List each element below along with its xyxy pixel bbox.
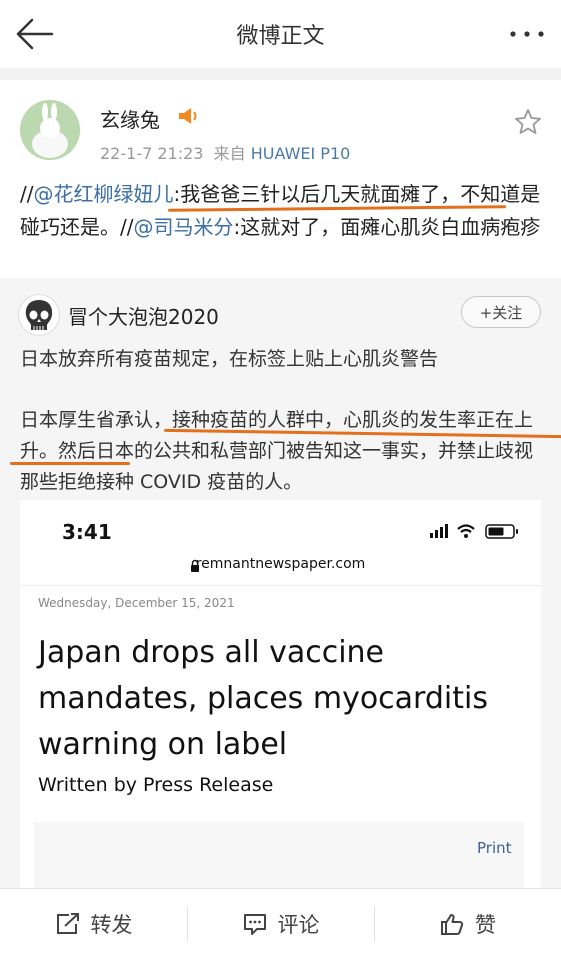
thumbs-up-icon (441, 914, 464, 935)
post-meta: 22-1-7 21:23 来自 HUAWEI P10 (100, 140, 350, 164)
favorite-star-icon[interactable] (514, 108, 542, 136)
article-byline: Written by Press Release (38, 774, 274, 796)
post-time: 22-1-7 21:23 (100, 144, 204, 163)
repost-label: 转发 (90, 913, 133, 937)
mention-link-1[interactable]: @花红柳绿妞儿 (33, 182, 173, 206)
page-title: 微博正文 (236, 24, 325, 49)
section-divider (0, 68, 561, 80)
comment-button[interactable]: 评论 (187, 888, 374, 960)
original-username[interactable]: 冒个大泡泡2020 (68, 301, 219, 330)
original-paragraph-1: 日本放弃所有疫苗规定，在标签上贴上心肌炎警告 (20, 348, 439, 370)
avatar[interactable] (20, 100, 80, 160)
repost-slashes-2: // (120, 215, 134, 239)
wifi-icon (457, 524, 475, 538)
like-label: 赞 (475, 913, 496, 937)
more-options-icon[interactable] (507, 22, 547, 46)
article-headline: Japan drops all vaccine mandates, places… (38, 635, 488, 762)
post-username[interactable]: 玄缘兔 (100, 104, 160, 133)
mention-link-2[interactable]: @司马米分 (133, 215, 233, 239)
handdrawn-underline (10, 462, 130, 465)
status-bar-icons (430, 520, 526, 542)
follow-button[interactable]: +关注 (461, 296, 541, 328)
article-date: Wednesday, December 15, 2021 (38, 596, 235, 610)
like-button[interactable]: 赞 (374, 888, 561, 960)
megaphone-icon (176, 104, 200, 128)
comment-icon (243, 914, 266, 935)
repost-text: //@花红柳绿妞儿:我爸爸三针以后几天就面瘫了，不知道是碰巧还是。//@司马米分… (20, 178, 545, 244)
comment-label: 评论 (277, 913, 320, 937)
screenshot-clock: 3:41 (62, 520, 112, 544)
signal-icon (430, 524, 448, 538)
repost-slashes-1: // (20, 182, 34, 206)
share-icon (56, 913, 79, 934)
print-link: Print (477, 839, 512, 857)
screenshot-url: remnantnewspaper.com (195, 556, 366, 572)
repost-button[interactable]: 转发 (0, 888, 187, 960)
battery-icon (485, 524, 518, 539)
post-device[interactable]: HUAWEI P10 (251, 144, 351, 163)
repost-text-2: :这就对了，面瘫心肌炎白血病疱疹 (233, 215, 541, 239)
original-paragraph-2: 日本厚生省承认，接种疫苗的人群中，心肌炎的发生率正在上升。然后日本的公共和私营部… (20, 409, 534, 493)
post-source-prefix: 来自 (213, 144, 246, 163)
print-bar (34, 822, 524, 888)
skull-avatar-icon[interactable] (18, 294, 60, 336)
